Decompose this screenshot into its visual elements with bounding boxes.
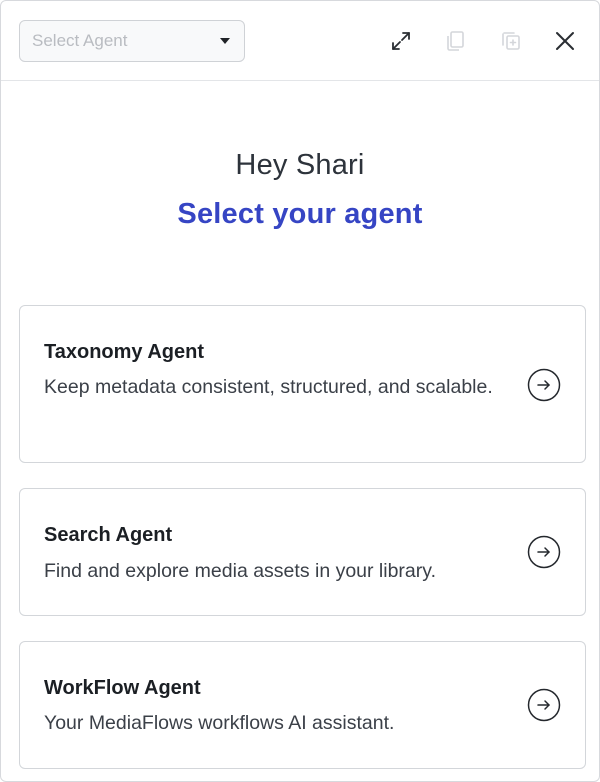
agent-card-description: Your MediaFlows workflows AI assistant. (44, 712, 395, 734)
new-chat-button[interactable] (497, 27, 525, 55)
arrow-right-circle-icon (527, 688, 561, 722)
agent-card-title: WorkFlow Agent (44, 677, 201, 699)
new-chat-icon (502, 32, 520, 50)
close-button[interactable] (551, 27, 579, 55)
expand-icon (392, 32, 410, 50)
agent-card-title: Search Agent (44, 524, 173, 546)
agent-card-description: Find and explore media assets in your li… (44, 560, 436, 582)
copy-button[interactable] (441, 27, 469, 55)
panel-header: Select Agent (1, 1, 599, 81)
copy-icon (447, 31, 464, 51)
agent-select-dropdown[interactable]: Select Agent (19, 20, 245, 62)
greeting-heading: Hey Shari (235, 149, 365, 181)
expand-button[interactable] (387, 27, 415, 55)
agent-card-search[interactable]: Search Agent Find and explore media asse… (19, 488, 586, 616)
close-icon (556, 32, 574, 50)
agent-panel: Select Agent Hey Shari Select your agent… (0, 0, 600, 782)
arrow-right-circle-icon (527, 368, 561, 402)
agent-card-description: Keep metadata consistent, structured, an… (44, 376, 493, 398)
agent-select-placeholder: Select Agent (32, 31, 128, 50)
select-agent-heading: Select your agent (177, 198, 423, 230)
arrow-right-circle-icon (527, 535, 561, 569)
chevron-down-icon (220, 38, 230, 44)
agent-card-workflow[interactable]: WorkFlow Agent Your MediaFlows workflows… (19, 641, 586, 769)
agent-card-title: Taxonomy Agent (44, 341, 205, 363)
agent-card-taxonomy[interactable]: Taxonomy Agent Keep metadata consistent,… (19, 305, 586, 463)
